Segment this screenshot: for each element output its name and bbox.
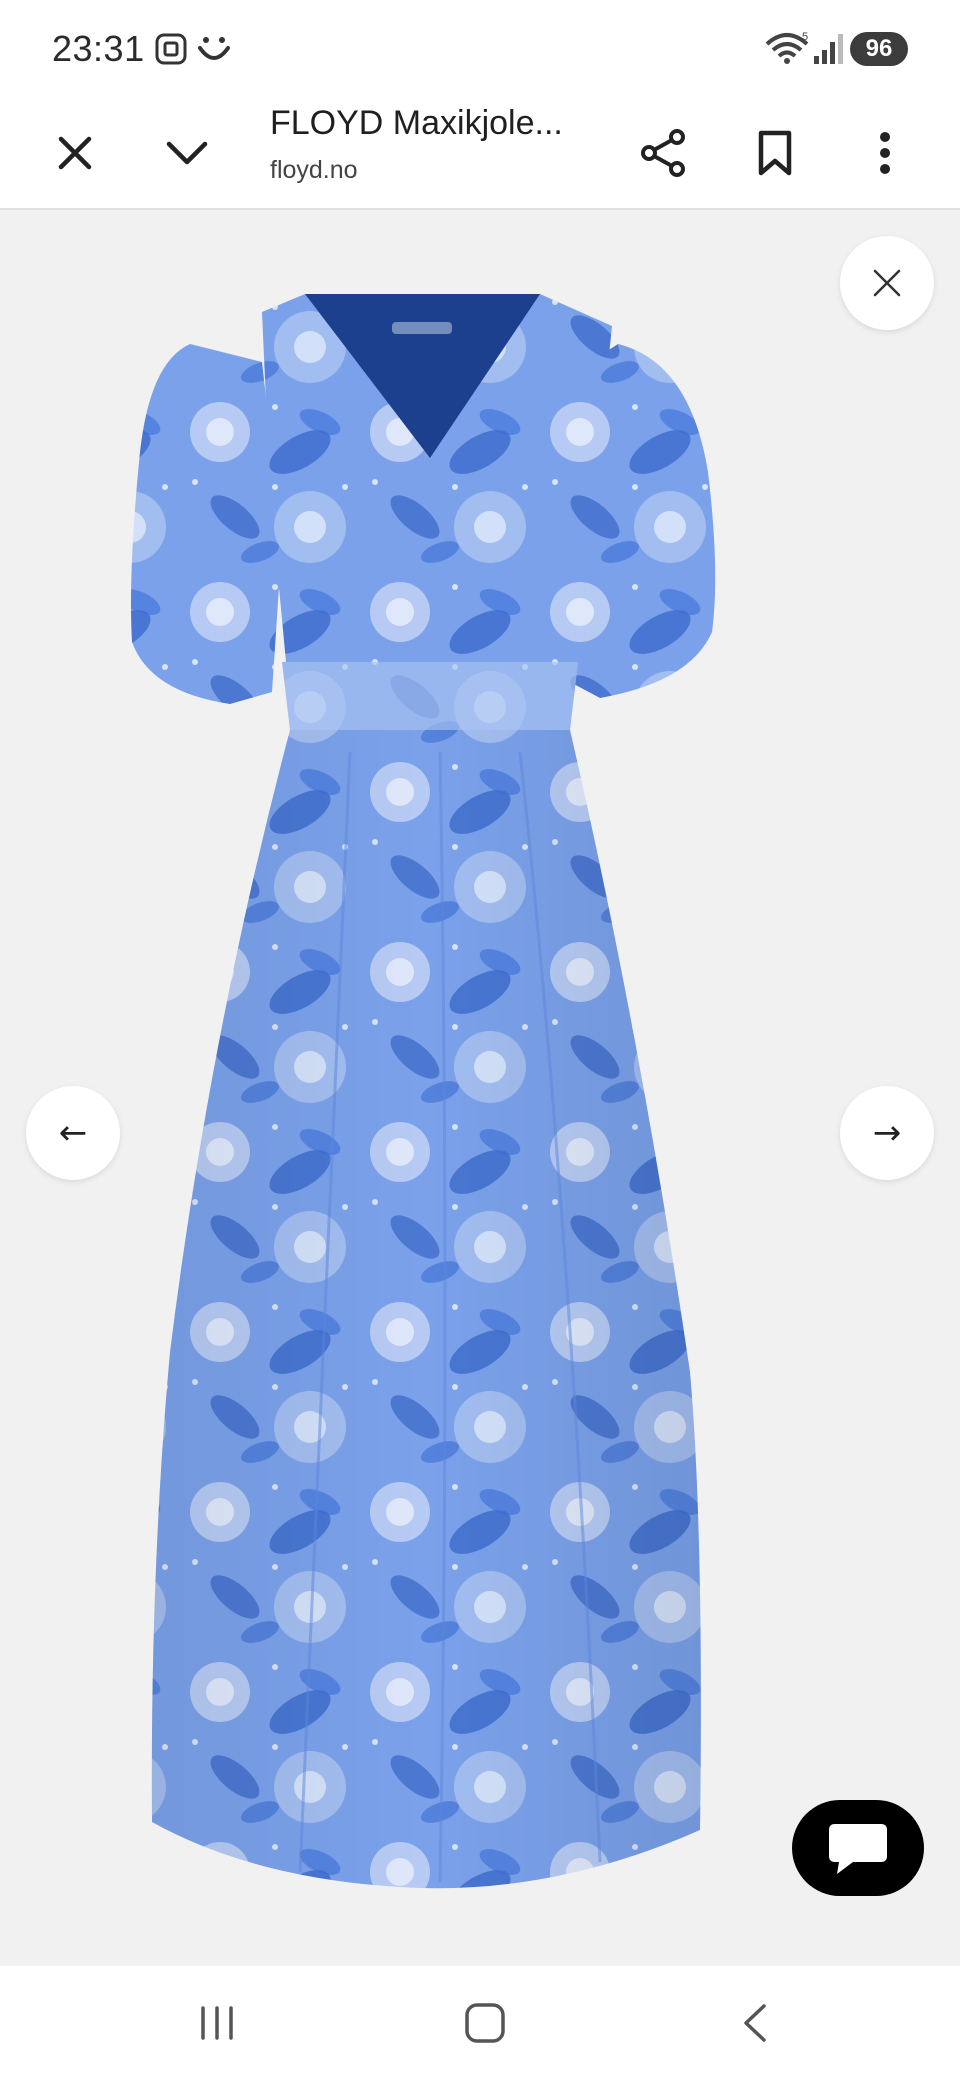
page-title: FLOYD Maxikjole...	[270, 104, 563, 142]
minimize-button[interactable]	[148, 114, 226, 192]
close-tab-button[interactable]	[36, 114, 114, 192]
recent-apps-icon	[201, 2006, 233, 2040]
signal-icon	[814, 34, 843, 64]
chat-bubble-icon	[829, 1824, 887, 1874]
share-button[interactable]	[624, 114, 702, 192]
back-icon	[744, 2004, 766, 2042]
close-icon	[58, 136, 92, 170]
recent-apps-button[interactable]	[172, 1990, 262, 2056]
bookmark-button[interactable]	[736, 114, 814, 192]
battery-indicator: 96	[850, 32, 908, 66]
smile-icon	[198, 37, 230, 60]
home-icon	[465, 2003, 505, 2043]
system-nav-bar	[0, 1966, 960, 2080]
share-icon	[641, 129, 685, 177]
arrow-right-icon: →	[872, 1113, 902, 1153]
status-bar: 23:31 5 96	[0, 0, 960, 96]
close-image-button[interactable]	[840, 236, 934, 330]
svg-text:5: 5	[802, 31, 808, 43]
wifi-icon: 5	[765, 31, 809, 64]
chat-button[interactable]	[792, 1800, 924, 1896]
close-icon	[873, 269, 901, 297]
next-image-button[interactable]: →	[840, 1086, 934, 1180]
arrow-left-icon: ←	[58, 1113, 88, 1153]
more-options-button[interactable]	[846, 114, 924, 192]
product-image	[131, 294, 716, 1889]
status-time: 23:31	[52, 28, 145, 69]
home-button[interactable]	[440, 1990, 530, 2056]
image-viewer: ← →	[0, 212, 960, 1966]
chevron-down-icon	[166, 141, 208, 165]
screenshot-icon	[155, 33, 187, 65]
more-icon	[880, 132, 890, 174]
page-domain: floyd.no	[270, 156, 358, 184]
bookmark-icon	[758, 130, 792, 176]
back-button[interactable]	[710, 1990, 800, 2056]
previous-image-button[interactable]: ←	[26, 1086, 120, 1180]
